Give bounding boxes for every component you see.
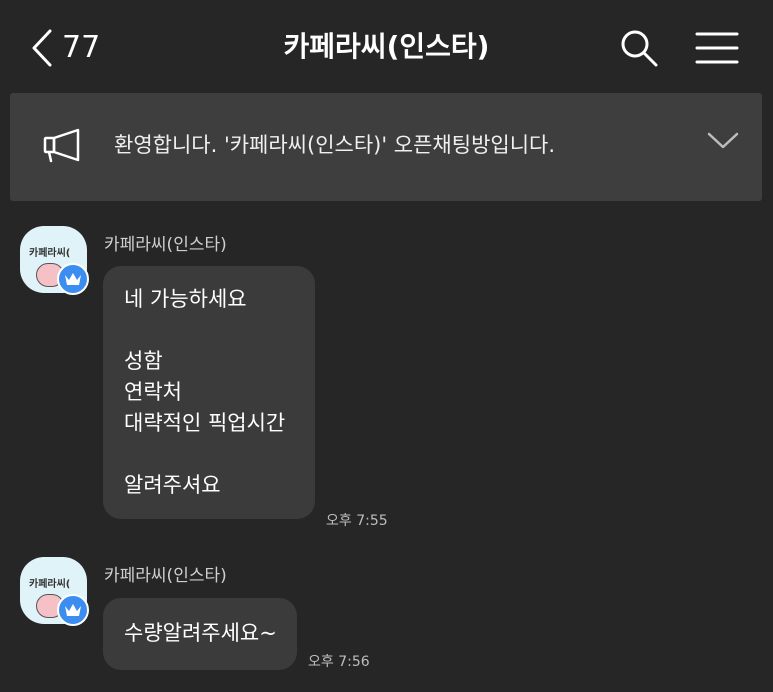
avatar[interactable]: 카페라씨( bbox=[20, 557, 89, 626]
message-line bbox=[124, 439, 295, 470]
chevron-down-icon[interactable] bbox=[706, 131, 740, 151]
megaphone-icon bbox=[43, 128, 80, 163]
message-bubble[interactable]: 네 가능하세요 성함 연락처 대략적인 픽업시간 알려주셔요 bbox=[103, 266, 315, 519]
avatar-label: 카페라씨( bbox=[29, 248, 71, 259]
sender-name: 카페라씨(인스타) bbox=[104, 566, 227, 586]
message-bubble[interactable]: 수량알려주세요~ bbox=[103, 598, 297, 670]
crown-icon bbox=[65, 273, 81, 285]
message-time: 오후 7:55 bbox=[326, 513, 388, 529]
host-badge bbox=[57, 263, 89, 295]
avatar-label: 카페라씨( bbox=[29, 579, 71, 590]
search-button[interactable] bbox=[619, 28, 659, 72]
host-badge bbox=[57, 594, 89, 626]
notice-text: 환영합니다. '카페라씨(인스타)' 오픈채팅방입니다. bbox=[114, 133, 556, 157]
message-line: 알려주셔요 bbox=[124, 473, 221, 497]
message-time: 오후 7:56 bbox=[308, 654, 370, 670]
message-line: 성함 bbox=[124, 349, 163, 373]
chat-header: 77 카페라씨(인스타) bbox=[0, 0, 773, 95]
message-line: 대략적인 픽업시간 bbox=[124, 411, 286, 435]
menu-button[interactable] bbox=[694, 28, 740, 72]
sender-name: 카페라씨(인스타) bbox=[104, 235, 227, 255]
message-line: 네 가능하세요 bbox=[124, 287, 247, 311]
message-line: 수량알려주세요~ bbox=[124, 621, 277, 645]
crown-icon bbox=[65, 604, 81, 616]
search-icon bbox=[621, 30, 658, 67]
message-line bbox=[124, 315, 295, 346]
avatar[interactable]: 카페라씨( bbox=[20, 226, 89, 295]
message-line: 연락처 bbox=[124, 380, 182, 404]
notice-banner[interactable]: 환영합니다. '카페라씨(인스타)' 오픈채팅방입니다. bbox=[10, 93, 762, 201]
hamburger-menu-icon bbox=[695, 32, 739, 64]
